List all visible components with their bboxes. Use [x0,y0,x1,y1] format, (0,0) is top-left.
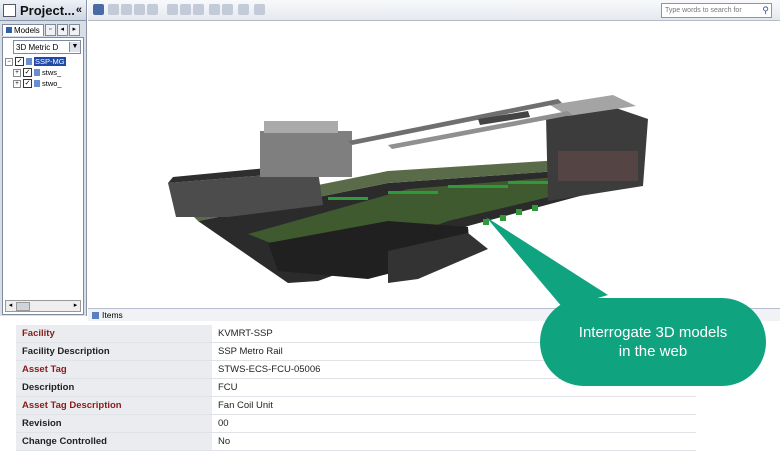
view-select[interactable]: 3D Metric D ▼ [13,40,81,54]
property-value: Fan Coil Unit [212,396,696,415]
tab-models-label: Models [14,25,40,35]
tree-item[interactable]: − ✓ SSP-MG [5,56,66,67]
property-name: Asset Tag Description [16,396,212,415]
models-icon [6,27,12,33]
tree-checkbox[interactable]: ✓ [15,57,24,66]
tree-item-label: stws_ [42,68,62,77]
orbit-icon[interactable] [121,4,132,15]
tree-checkbox[interactable]: ✓ [23,79,32,88]
tab-prev-button[interactable]: ◂ [56,23,68,36]
panel-icon [3,3,16,17]
table-row: Revision 00 [16,414,696,433]
walk-icon[interactable] [134,4,145,15]
tree-item[interactable]: + ✓ stws_ [5,67,66,78]
table-row: Change Controlled No [16,432,696,451]
table-row: Asset Tag Description Fan Coil Unit [16,396,696,415]
callout-bubble: Interrogate 3D models in the web [540,298,766,386]
tree-item-label: SSP-MG [34,57,66,66]
property-name: Revision [16,414,212,433]
collapse-node-icon[interactable]: − [5,57,13,66]
property-name: Facility Description [16,342,212,361]
property-value: 00 [212,414,696,433]
expand-node-icon[interactable]: + [13,68,21,77]
project-panel-title: Project... [20,2,75,18]
property-value: No [212,432,696,451]
tab-options-button[interactable]: ▫ [44,23,56,36]
property-name: Description [16,378,212,397]
horizontal-scrollbar[interactable]: ◂ ▸ [5,300,81,312]
tree-item[interactable]: + ✓ stwo_ [5,78,66,89]
search-placeholder: Type words to search for [665,7,742,14]
property-name: Change Controlled [16,432,212,451]
section-icon[interactable] [209,4,220,15]
items-label: Items [102,310,123,320]
viewer-toolbar: Type words to search for ⚲ [88,0,780,21]
callout-text: Interrogate 3D models in the web [578,324,728,360]
search-input[interactable]: Type words to search for ⚲ [661,3,772,18]
pan-hand-icon[interactable] [108,4,119,15]
property-name: Facility [16,325,212,343]
print-icon[interactable] [254,4,265,15]
model-icon [34,69,40,76]
scroll-thumb[interactable] [16,302,30,311]
models-pane: 3D Metric D ▼ − ✓ SSP-MG + ✓ stws_ + ✓ s… [2,37,84,315]
zoom-extents-icon[interactable] [193,4,204,15]
collapse-panel-button[interactable]: « [76,4,82,16]
markup-icon[interactable] [222,4,233,15]
expand-node-icon[interactable]: + [13,79,21,88]
model-icon [34,80,40,87]
measure-icon[interactable] [238,4,249,15]
model-icon [26,58,32,65]
tab-models[interactable]: Models [2,23,44,36]
property-name: Asset Tag [16,360,212,379]
zoom-window-icon[interactable] [180,4,191,15]
3d-model-render[interactable] [88,21,780,308]
tree-checkbox[interactable]: ✓ [23,68,32,77]
tab-next-button[interactable]: ▸ [68,23,80,36]
scroll-left-icon[interactable]: ◂ [6,301,15,311]
chevron-down-icon[interactable]: ▼ [69,42,80,52]
view-select-value: 3D Metric D [16,42,59,52]
items-icon [92,311,99,319]
tree-item-label: stwo_ [42,79,62,88]
project-panel: Project... « Models ▫ ◂ ▸ 3D Metric D ▼ … [0,0,87,316]
project-panel-header: Project... « [0,0,86,21]
look-icon[interactable] [147,4,158,15]
search-icon[interactable]: ⚲ [762,5,769,16]
model-tree: − ✓ SSP-MG + ✓ stws_ + ✓ stwo_ [5,56,66,89]
model-viewport[interactable] [88,21,780,308]
scroll-right-icon[interactable]: ▸ [71,301,80,311]
zoom-fit-icon[interactable] [167,4,178,15]
select-pointer-icon[interactable] [93,4,104,15]
